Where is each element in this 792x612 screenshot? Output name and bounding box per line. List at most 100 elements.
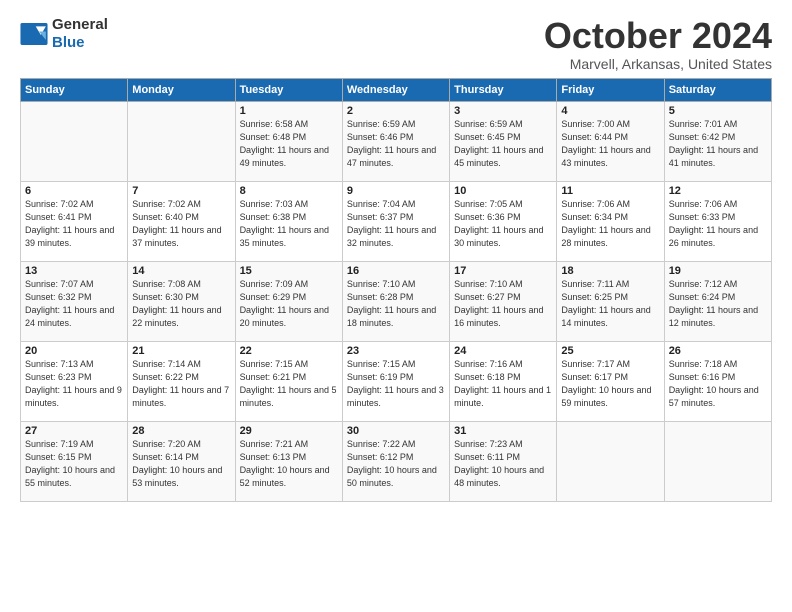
day-info: Sunrise: 6:59 AMSunset: 6:45 PMDaylight:… [454,118,552,170]
header: General Blue October 2024 Marvell, Arkan… [20,16,772,72]
day-info: Sunrise: 7:02 AMSunset: 6:40 PMDaylight:… [132,198,230,250]
day-info: Sunrise: 7:06 AMSunset: 6:33 PMDaylight:… [669,198,767,250]
calendar-cell: 12Sunrise: 7:06 AMSunset: 6:33 PMDayligh… [664,181,771,261]
logo-general: General [52,16,108,33]
day-info: Sunrise: 6:58 AMSunset: 6:48 PMDaylight:… [240,118,338,170]
day-info: Sunrise: 7:00 AMSunset: 6:44 PMDaylight:… [561,118,659,170]
logo-text: General Blue [52,16,108,52]
logo-blue: Blue [52,34,85,51]
day-number: 21 [132,345,230,357]
calendar-cell: 3Sunrise: 6:59 AMSunset: 6:45 PMDaylight… [450,101,557,181]
day-info: Sunrise: 7:10 AMSunset: 6:27 PMDaylight:… [454,278,552,330]
calendar-cell [664,421,771,501]
day-info: Sunrise: 7:17 AMSunset: 6:17 PMDaylight:… [561,358,659,410]
calendar-cell: 13Sunrise: 7:07 AMSunset: 6:32 PMDayligh… [21,261,128,341]
day-number: 2 [347,105,445,117]
day-number: 1 [240,105,338,117]
day-number: 19 [669,265,767,277]
month-title: October 2024 [544,16,772,56]
day-info: Sunrise: 7:05 AMSunset: 6:36 PMDaylight:… [454,198,552,250]
day-info: Sunrise: 7:12 AMSunset: 6:24 PMDaylight:… [669,278,767,330]
calendar-week-row: 20Sunrise: 7:13 AMSunset: 6:23 PMDayligh… [21,341,772,421]
calendar-header-row: Sunday Monday Tuesday Wednesday Thursday… [21,78,772,101]
calendar-cell: 25Sunrise: 7:17 AMSunset: 6:17 PMDayligh… [557,341,664,421]
calendar-cell: 7Sunrise: 7:02 AMSunset: 6:40 PMDaylight… [128,181,235,261]
col-tuesday: Tuesday [235,78,342,101]
calendar-week-row: 6Sunrise: 7:02 AMSunset: 6:41 PMDaylight… [21,181,772,261]
col-sunday: Sunday [21,78,128,101]
day-info: Sunrise: 7:10 AMSunset: 6:28 PMDaylight:… [347,278,445,330]
col-monday: Monday [128,78,235,101]
calendar-cell: 18Sunrise: 7:11 AMSunset: 6:25 PMDayligh… [557,261,664,341]
calendar-cell: 28Sunrise: 7:20 AMSunset: 6:14 PMDayligh… [128,421,235,501]
day-info: Sunrise: 7:22 AMSunset: 6:12 PMDaylight:… [347,438,445,490]
day-number: 12 [669,185,767,197]
day-info: Sunrise: 7:14 AMSunset: 6:22 PMDaylight:… [132,358,230,410]
page-container: General Blue October 2024 Marvell, Arkan… [0,0,792,512]
calendar-cell [128,101,235,181]
calendar-week-row: 1Sunrise: 6:58 AMSunset: 6:48 PMDaylight… [21,101,772,181]
day-number: 20 [25,345,123,357]
day-info: Sunrise: 7:15 AMSunset: 6:19 PMDaylight:… [347,358,445,410]
day-info: Sunrise: 7:13 AMSunset: 6:23 PMDaylight:… [25,358,123,410]
calendar-cell: 11Sunrise: 7:06 AMSunset: 6:34 PMDayligh… [557,181,664,261]
logo: General Blue [20,16,108,52]
day-number: 5 [669,105,767,117]
day-number: 29 [240,425,338,437]
day-number: 10 [454,185,552,197]
calendar-cell [557,421,664,501]
day-number: 11 [561,185,659,197]
day-number: 8 [240,185,338,197]
day-number: 4 [561,105,659,117]
day-number: 23 [347,345,445,357]
day-info: Sunrise: 7:11 AMSunset: 6:25 PMDaylight:… [561,278,659,330]
calendar-cell: 30Sunrise: 7:22 AMSunset: 6:12 PMDayligh… [342,421,449,501]
day-number: 30 [347,425,445,437]
calendar-cell: 23Sunrise: 7:15 AMSunset: 6:19 PMDayligh… [342,341,449,421]
day-number: 28 [132,425,230,437]
calendar-week-row: 13Sunrise: 7:07 AMSunset: 6:32 PMDayligh… [21,261,772,341]
day-info: Sunrise: 7:01 AMSunset: 6:42 PMDaylight:… [669,118,767,170]
day-info: Sunrise: 7:03 AMSunset: 6:38 PMDaylight:… [240,198,338,250]
col-saturday: Saturday [664,78,771,101]
day-info: Sunrise: 7:15 AMSunset: 6:21 PMDaylight:… [240,358,338,410]
day-number: 14 [132,265,230,277]
calendar-cell: 2Sunrise: 6:59 AMSunset: 6:46 PMDaylight… [342,101,449,181]
calendar-cell: 19Sunrise: 7:12 AMSunset: 6:24 PMDayligh… [664,261,771,341]
day-number: 25 [561,345,659,357]
calendar-cell: 20Sunrise: 7:13 AMSunset: 6:23 PMDayligh… [21,341,128,421]
day-number: 27 [25,425,123,437]
day-number: 9 [347,185,445,197]
day-number: 13 [25,265,123,277]
day-number: 6 [25,185,123,197]
calendar-cell: 15Sunrise: 7:09 AMSunset: 6:29 PMDayligh… [235,261,342,341]
calendar-cell: 16Sunrise: 7:10 AMSunset: 6:28 PMDayligh… [342,261,449,341]
calendar-cell [21,101,128,181]
day-info: Sunrise: 7:21 AMSunset: 6:13 PMDaylight:… [240,438,338,490]
day-number: 7 [132,185,230,197]
day-number: 15 [240,265,338,277]
calendar-cell: 24Sunrise: 7:16 AMSunset: 6:18 PMDayligh… [450,341,557,421]
day-info: Sunrise: 7:04 AMSunset: 6:37 PMDaylight:… [347,198,445,250]
day-number: 31 [454,425,552,437]
calendar-cell: 21Sunrise: 7:14 AMSunset: 6:22 PMDayligh… [128,341,235,421]
calendar-cell: 26Sunrise: 7:18 AMSunset: 6:16 PMDayligh… [664,341,771,421]
day-info: Sunrise: 7:20 AMSunset: 6:14 PMDaylight:… [132,438,230,490]
day-info: Sunrise: 7:06 AMSunset: 6:34 PMDaylight:… [561,198,659,250]
day-info: Sunrise: 7:18 AMSunset: 6:16 PMDaylight:… [669,358,767,410]
location-title: Marvell, Arkansas, United States [544,56,772,72]
day-info: Sunrise: 7:08 AMSunset: 6:30 PMDaylight:… [132,278,230,330]
calendar-cell: 4Sunrise: 7:00 AMSunset: 6:44 PMDaylight… [557,101,664,181]
title-block: October 2024 Marvell, Arkansas, United S… [544,16,772,72]
col-thursday: Thursday [450,78,557,101]
calendar-cell: 27Sunrise: 7:19 AMSunset: 6:15 PMDayligh… [21,421,128,501]
calendar-cell: 29Sunrise: 7:21 AMSunset: 6:13 PMDayligh… [235,421,342,501]
calendar-cell: 6Sunrise: 7:02 AMSunset: 6:41 PMDaylight… [21,181,128,261]
col-friday: Friday [557,78,664,101]
day-number: 17 [454,265,552,277]
calendar-cell: 17Sunrise: 7:10 AMSunset: 6:27 PMDayligh… [450,261,557,341]
day-number: 22 [240,345,338,357]
calendar-cell: 31Sunrise: 7:23 AMSunset: 6:11 PMDayligh… [450,421,557,501]
calendar-table: Sunday Monday Tuesday Wednesday Thursday… [20,78,772,502]
day-info: Sunrise: 7:23 AMSunset: 6:11 PMDaylight:… [454,438,552,490]
